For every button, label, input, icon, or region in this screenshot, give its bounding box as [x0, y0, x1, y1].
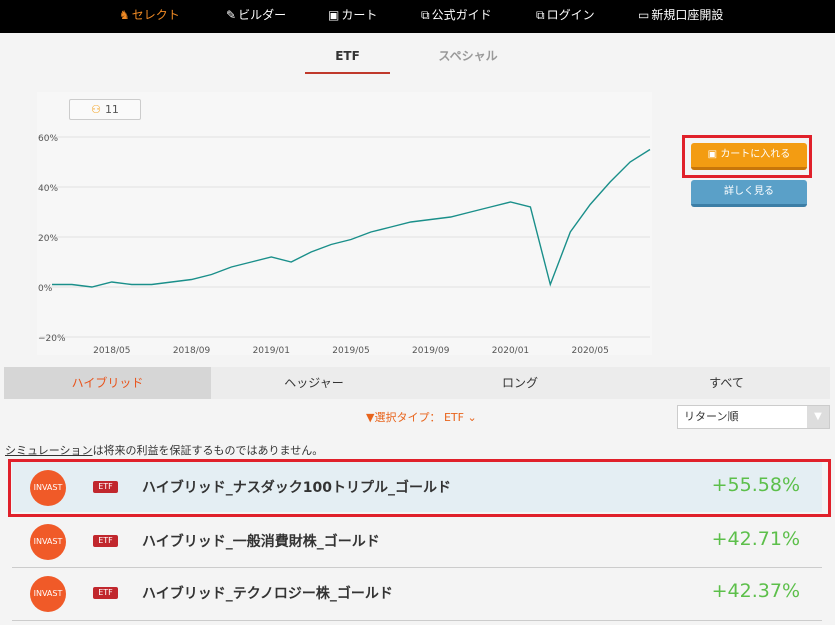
disclaimer: シミュレーションは将来の利益を保証するものではありません。: [5, 442, 323, 458]
x-tick-label: 2019/09: [412, 346, 450, 356]
x-tick-label: 2018/05: [93, 346, 130, 356]
etf-badge: ETF: [93, 587, 118, 599]
y-tick-label: 40%: [38, 184, 58, 194]
list-item[interactable]: INVAST ETF ハイブリッド_テクノロジー株_ゴールド +42.37%: [12, 568, 822, 618]
row-highlight-box: [8, 459, 831, 517]
chevron-down-icon: ▼: [807, 406, 829, 428]
type-filter-label: 選択タイプ： ETF: [374, 411, 464, 424]
y-tick-label: 20%: [38, 234, 58, 244]
tab-hedger[interactable]: ヘッジャー: [211, 367, 417, 399]
x-tick-label: 2019/01: [253, 346, 290, 356]
list-item[interactable]: INVAST ETF ハイブリッド_一般消費財株_ゴールド +42.71%: [12, 516, 822, 566]
divider: [12, 620, 822, 621]
disclaimer-text: は将来の利益を保証するものではありません。: [92, 444, 324, 457]
strategy-name: ハイブリッド_テクノロジー株_ゴールド: [142, 586, 393, 602]
x-tick-label: 2020/05: [572, 346, 609, 356]
tab-hybrid[interactable]: ハイブリッド: [4, 367, 211, 399]
strategy-return: +42.71%: [711, 528, 800, 550]
tab-long[interactable]: ロング: [417, 367, 623, 399]
add-to-cart-button[interactable]: ▣ カートに入れる: [691, 143, 807, 170]
tab-all[interactable]: すべて: [623, 367, 830, 399]
x-tick-label: 2020/01: [492, 346, 529, 356]
cart-icon: ▣: [707, 149, 721, 160]
invast-logo: INVAST: [30, 576, 66, 612]
etf-badge: ETF: [93, 535, 118, 547]
simulation-link[interactable]: シミュレーション: [5, 444, 93, 457]
y-tick-label: −20%: [38, 334, 66, 344]
chevron-down-icon: ⌄: [467, 411, 477, 424]
series-line: [52, 148, 651, 288]
invast-logo: INVAST: [30, 524, 66, 560]
follower-count-badge: ⚇ 11: [69, 99, 141, 120]
type-filter[interactable]: ▼選択タイプ： ETF ⌄: [366, 409, 477, 425]
details-button[interactable]: 詳しく見る: [691, 180, 807, 207]
users-icon: ⚇: [91, 103, 101, 116]
x-tick-label: 2019/05: [332, 346, 369, 356]
sort-selected: リターン順: [684, 410, 739, 423]
sort-select[interactable]: リターン順 ▼: [677, 405, 830, 429]
strategy-return: +42.37%: [711, 580, 800, 602]
follower-count: 11: [104, 103, 119, 116]
y-tick-label: 0%: [38, 284, 53, 294]
y-tick-label: 60%: [38, 134, 58, 144]
x-tick-label: 2018/09: [173, 346, 211, 356]
strategy-name: ハイブリッド_一般消費財株_ゴールド: [142, 534, 380, 550]
category-tabs: ハイブリッド ヘッジャー ロング すべて: [4, 367, 830, 399]
add-to-cart-label: カートに入れる: [720, 149, 791, 160]
